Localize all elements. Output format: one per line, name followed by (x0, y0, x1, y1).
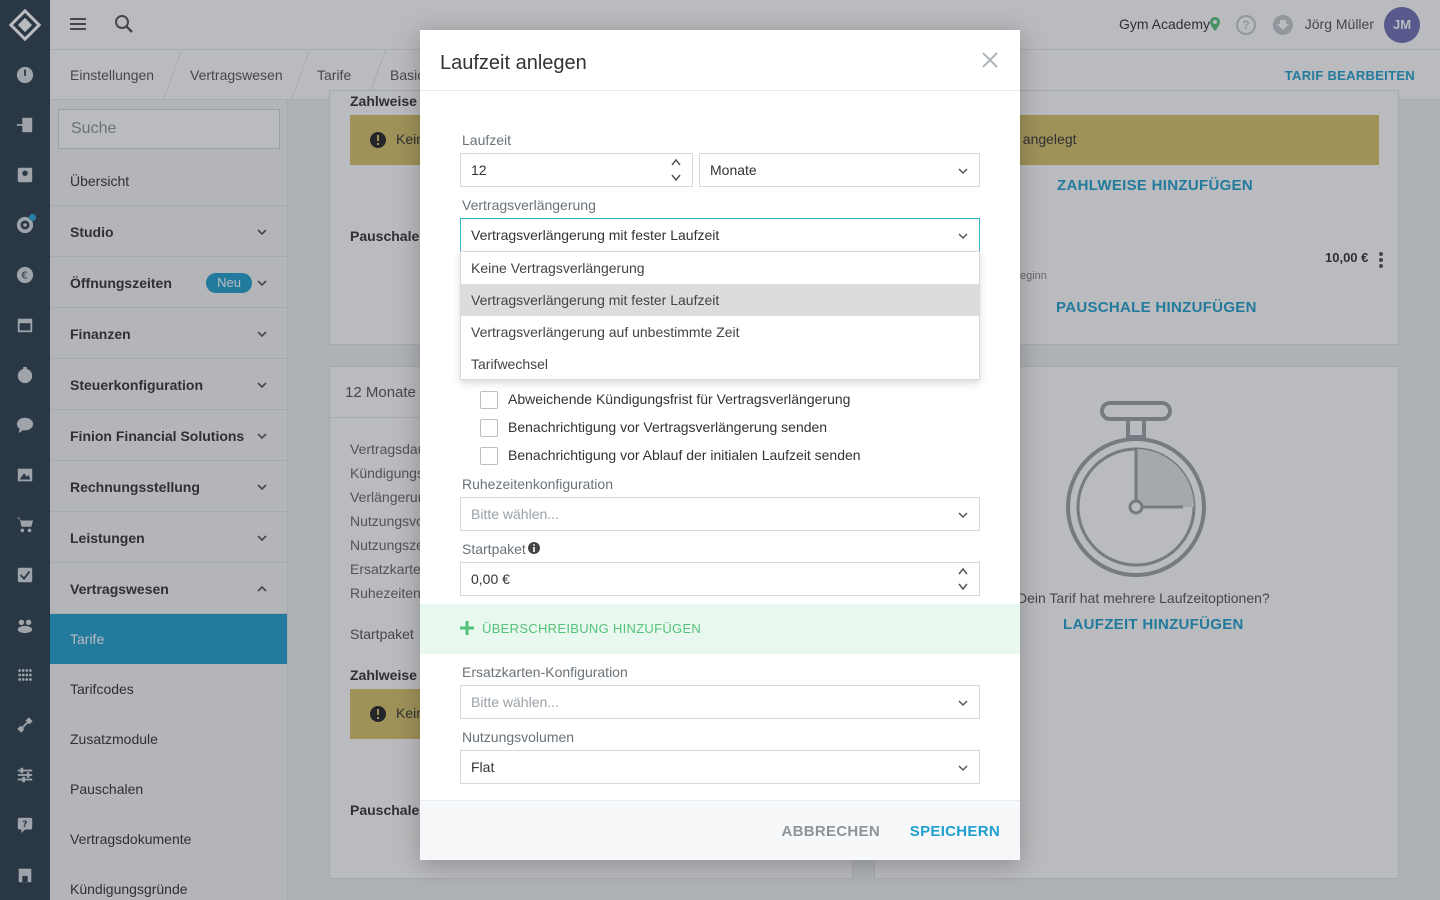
startpaket-input[interactable]: 0,00 € (460, 562, 980, 596)
info-icon[interactable] (528, 542, 540, 554)
number-stepper-icon[interactable] (957, 566, 969, 592)
dialog-title: Laufzeit anlegen (440, 52, 587, 74)
startpaket-value: 0,00 € (471, 571, 510, 587)
ersatzkarten-select[interactable]: Bitte wählen... (460, 685, 980, 719)
chevron-down-icon (958, 512, 968, 519)
close-icon[interactable] (980, 50, 1000, 70)
add-override-button[interactable]: ÜBERSCHREIBUNG HINZUFÜGEN (420, 604, 1020, 654)
laufzeit-label: Laufzeit (462, 132, 512, 148)
dropdown-option-feste-laufzeit[interactable]: Vertragsverlängerung mit fester Laufzeit (461, 284, 979, 316)
laufzeit-unit-value: Monate (710, 162, 757, 178)
dropdown-option-unbestimmte-zeit[interactable]: Vertragsverlängerung auf unbestimmte Zei… (461, 316, 979, 348)
checkbox[interactable] (480, 391, 498, 409)
checkbox-label: Benachrichtigung vor Vertragsverlängerun… (508, 419, 828, 435)
cancel-button[interactable]: ABBRECHEN (781, 823, 880, 840)
verlaengerung-label: Vertragsverlängerung (462, 197, 596, 213)
dropdown-option-tarifwechsel[interactable]: Tarifwechsel (461, 348, 979, 380)
chevron-down-icon (958, 168, 968, 175)
create-term-dialog: Laufzeit anlegen Laufzeit 12 Monate Vert… (420, 30, 1020, 860)
laufzeit-value: 12 (471, 162, 487, 178)
ersatzkarten-label: Ersatzkarten-Konfiguration (462, 664, 628, 680)
nutzungsvolumen-select[interactable]: Flat (460, 750, 980, 784)
startpaket-label: Startpaket (462, 541, 526, 557)
checkbox[interactable] (480, 419, 498, 437)
dropdown-option-keine[interactable]: Keine Vertragsverlängerung (461, 252, 979, 284)
chevron-down-icon (958, 700, 968, 707)
ruhezeiten-placeholder: Bitte wählen... (471, 506, 559, 522)
checkbox-label: Abweichende Kündigungsfrist für Vertrags… (508, 391, 851, 407)
add-override-label: ÜBERSCHREIBUNG HINZUFÜGEN (482, 621, 702, 636)
laufzeit-number-input[interactable]: 12 (460, 153, 693, 187)
ersatzkarten-placeholder: Bitte wählen... (471, 694, 559, 710)
nutzungsvolumen-label: Nutzungsvolumen (462, 729, 575, 745)
plus-icon (460, 621, 474, 635)
chevron-down-icon (958, 233, 968, 240)
chevron-down-icon (958, 765, 968, 772)
nutzungsvolumen-value: Flat (471, 759, 495, 775)
ruhezeiten-label: Ruhezeitenkonfiguration (462, 476, 613, 492)
laufzeit-unit-select[interactable]: Monate (699, 153, 980, 187)
number-stepper-icon[interactable] (670, 157, 682, 183)
checkbox-label: Benachrichtigung vor Ablauf der initiale… (508, 447, 861, 463)
verlaengerung-select[interactable]: Vertragsverlängerung mit fester Laufzeit (460, 218, 980, 252)
checkbox[interactable] (480, 447, 498, 465)
ruhezeiten-select[interactable]: Bitte wählen... (460, 497, 980, 531)
verlaengerung-dropdown-menu: Keine Vertragsverlängerung Vertragsverlä… (460, 251, 980, 380)
verlaengerung-value: Vertragsverlängerung mit fester Laufzeit (471, 227, 720, 243)
dialog-footer: ABBRECHEN SPEICHERN (420, 800, 1020, 860)
save-button[interactable]: SPEICHERN (910, 823, 1000, 840)
